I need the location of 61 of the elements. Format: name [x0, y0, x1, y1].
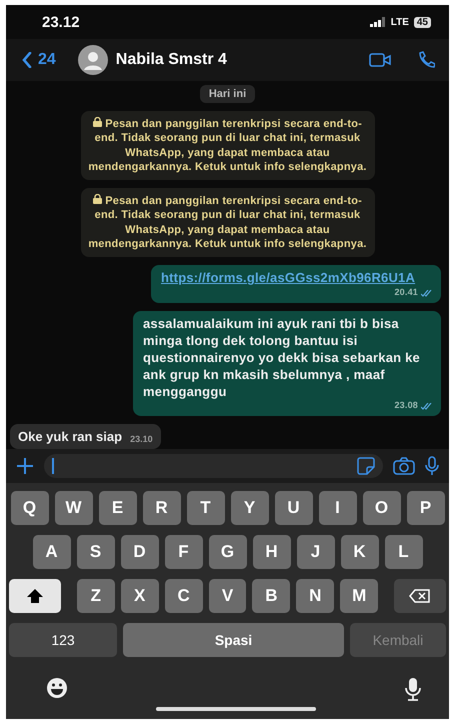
status-time: 23.12	[42, 14, 80, 30]
message-link[interactable]: https://forms.gle/asGGss2mXb96R6U1A	[161, 270, 416, 286]
shift-key[interactable]	[8, 579, 61, 614]
plus-icon[interactable]	[16, 457, 34, 476]
keyboard-key[interactable]: Q	[10, 491, 48, 526]
back-icon	[22, 52, 32, 68]
video-call-icon[interactable]	[369, 53, 391, 67]
back-button[interactable]: 24	[22, 51, 56, 69]
keyboard-key[interactable]: D	[120, 535, 158, 570]
space-key[interactable]: Spasi	[123, 623, 344, 658]
avatar-icon	[78, 45, 108, 75]
keyboard-key[interactable]: B	[252, 579, 290, 614]
emoji-icon[interactable]	[46, 677, 68, 700]
date-label: Hari ini	[200, 85, 256, 103]
keyboard-key[interactable]: G	[208, 535, 246, 570]
keyboard-key[interactable]: R	[142, 491, 180, 526]
message-text: Oke yuk ran siap	[18, 429, 122, 444]
lock-icon	[92, 194, 102, 204]
keyboard-key[interactable]: H	[252, 535, 290, 570]
keyboard-key[interactable]: E	[98, 491, 136, 526]
message-time: 23.08	[394, 400, 418, 412]
keyboard-key[interactable]: K	[340, 535, 378, 570]
lock-icon	[92, 117, 102, 127]
keyboard-key[interactable]: S	[76, 535, 114, 570]
backspace-icon	[409, 589, 432, 604]
keyboard-key[interactable]: N	[296, 579, 334, 614]
keyboard-key[interactable]: T	[186, 491, 224, 526]
phone-icon[interactable]	[417, 51, 435, 69]
message-text: assalamualaikum ini ayuk rani tbi b bisa minga tlong dek tolong bantuu isi questionnairenyo yo dekk bisa sebarkan ke ank grup kn mkasih sbelumnya , maaf mengganggu	[143, 316, 421, 400]
microphone-icon[interactable]	[425, 456, 439, 476]
keyboard-key[interactable]: A	[32, 535, 70, 570]
message-time: 20.41	[394, 287, 418, 299]
keyboard-key[interactable]: M	[340, 579, 378, 614]
keyboard-key[interactable]: F	[164, 535, 202, 570]
keyboard-key[interactable]: V	[208, 579, 246, 614]
text-cursor	[52, 458, 54, 474]
keyboard-key[interactable]: L	[384, 535, 422, 570]
keyboard-key[interactable]: J	[296, 535, 334, 570]
message-field[interactable]	[44, 454, 383, 478]
signal-icon	[370, 17, 386, 27]
shift-arrow-icon	[26, 588, 44, 604]
encryption-notice[interactable]: Pesan dan panggilan terenkripsi secara end-to-end. Tidak seorang pun di luar chat ini, termasuk WhatsApp, yang dapat membaca atau mendengarkannya. Ketuk untuk info selengkapnya.	[80, 188, 374, 258]
camera-icon[interactable]	[393, 457, 415, 476]
message-time: 23.10	[130, 434, 153, 444]
battery-level: 45	[414, 16, 431, 28]
contact-name[interactable]: Nabila Smstr 4	[116, 51, 343, 69]
keyboard-key[interactable]: O	[362, 491, 400, 526]
keyboard-key[interactable]: I	[318, 491, 356, 526]
keyboard-key[interactable]: U	[274, 491, 312, 526]
numbers-key[interactable]: 123	[9, 623, 117, 658]
sticker-icon[interactable]	[357, 457, 375, 476]
backspace-key[interactable]	[394, 579, 446, 614]
keyboard-key[interactable]: X	[120, 579, 159, 614]
keyboard-key[interactable]: W	[54, 491, 92, 526]
encryption-notice[interactable]: Pesan dan panggilan terenkripsi secara end-to-end. Tidak seorang pun di luar chat ini, termasuk WhatsApp, yang dapat membaca atau mendengarkannya. Ketuk untuk info selengkapnya.	[80, 111, 374, 180]
keyboard-key[interactable]: P	[406, 491, 444, 526]
dictation-icon[interactable]	[405, 677, 421, 702]
network-label: LTE	[390, 16, 409, 28]
keyboard-key[interactable]: C	[164, 579, 203, 614]
keyboard-key[interactable]: Z	[76, 579, 115, 614]
keyboard-key[interactable]: Y	[230, 491, 268, 526]
